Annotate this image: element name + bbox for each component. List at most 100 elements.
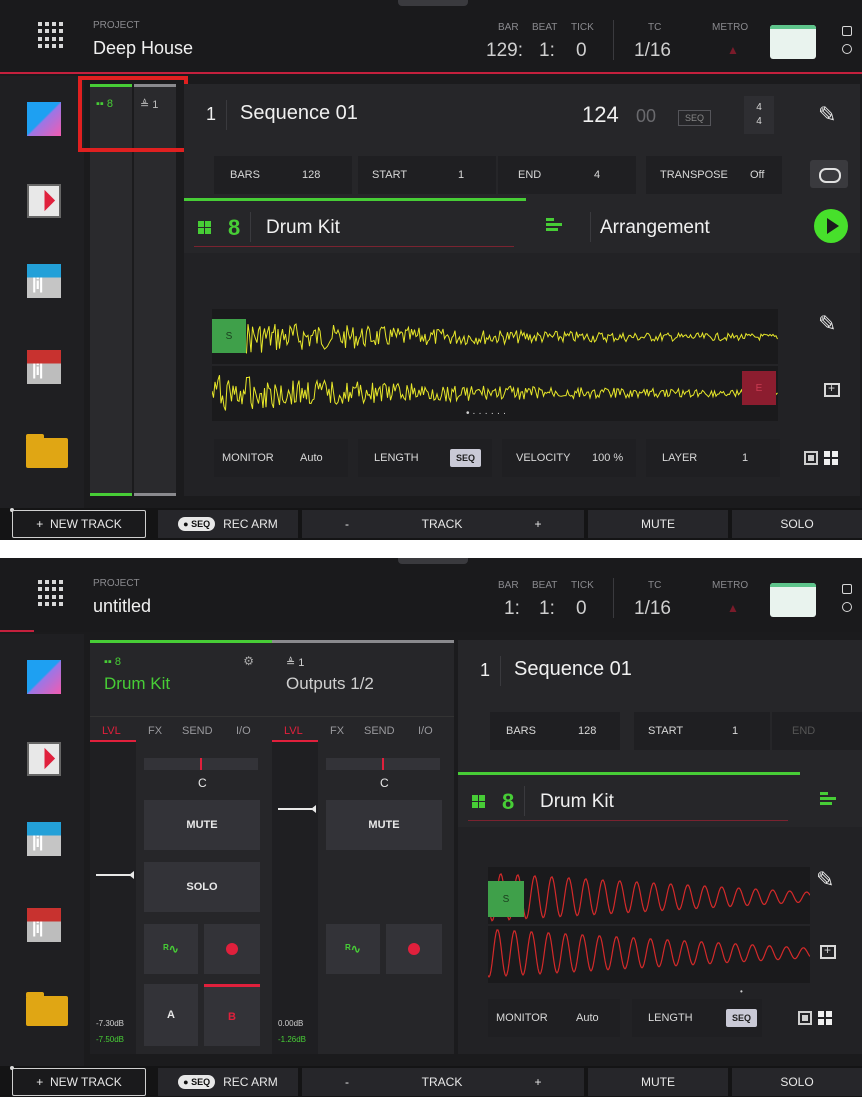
channel-mixer-icon[interactable] [27,264,61,298]
tab-fx[interactable]: FX [330,725,344,737]
channel-record-button[interactable] [204,924,260,974]
waveform-display[interactable]: S [487,867,811,983]
end-field[interactable]: END 4 [498,156,636,194]
rec-arm-button[interactable]: SEQ REC ARM [158,510,298,538]
navigate-icon[interactable] [27,742,61,776]
main-mode-icon[interactable] [27,102,61,136]
mute-button[interactable]: MUTE [588,510,728,538]
length-field[interactable]: LENGTH SEQ [358,439,492,477]
start-marker[interactable]: S [488,881,524,917]
pad-mixer-icon[interactable] [27,350,61,384]
fader-handle[interactable] [278,805,316,813]
sequence-name[interactable]: Sequence 01 [240,102,358,125]
tab-send[interactable]: SEND [182,725,213,737]
monitor-field[interactable]: MONITOR Auto [488,999,620,1037]
bar-value[interactable]: 129: [486,40,523,62]
length-field[interactable]: LENGTH SEQ [632,999,762,1037]
solo-button[interactable]: SOLO [732,1068,862,1096]
track-minus-button[interactable]: - [302,1068,392,1096]
tick-value[interactable]: 0 [576,598,587,620]
play-button[interactable] [814,209,848,243]
volume-fader[interactable]: -7.30dB -7.50dB [90,742,136,1054]
start-field[interactable]: START 1 [634,712,770,750]
tab-io[interactable]: I/O [236,725,251,737]
record-mode-icon[interactable] [842,602,852,612]
single-view-icon[interactable] [798,1011,812,1025]
automation-button[interactable] [770,583,816,617]
pan-slider[interactable] [144,758,258,770]
arrangement-header[interactable]: Arrangement [526,198,860,253]
beat-value[interactable]: 1: [539,40,555,62]
bar-value[interactable]: 1: [504,598,520,620]
transpose-field[interactable]: TRANSPOSE Off [646,156,782,194]
automation-route-button[interactable]: ᴿ∿ [326,924,380,974]
channel-name[interactable]: Drum Kit [104,674,170,694]
edit-pencil-icon[interactable]: ✎ [818,102,836,128]
single-view-icon[interactable] [804,451,818,465]
beat-value[interactable]: 1: [539,598,555,620]
tab-send[interactable]: SEND [364,725,395,737]
metronome-icon[interactable]: ▲ [727,44,739,56]
mute-button[interactable]: MUTE [588,1068,728,1096]
record-mode-icon[interactable] [842,44,852,54]
end-marker[interactable]: E [742,371,776,405]
assign-b-button[interactable]: B [204,984,260,1046]
grid-view-icon[interactable] [818,1011,832,1025]
channel-solo-button[interactable]: SOLO [144,862,260,912]
end-field[interactable]: END [772,712,862,750]
fader-handle[interactable] [96,871,134,879]
arrangement-header[interactable] [800,772,862,827]
solo-button[interactable]: SOLO [732,510,862,538]
channel-mute-button[interactable]: MUTE [326,800,442,850]
tc-value[interactable]: 1/16 [634,598,671,620]
new-track-button[interactable]: + NEW TRACK [12,510,146,538]
pad-mixer-icon[interactable] [27,908,61,942]
tab-lvl[interactable]: LVL [284,725,303,737]
browser-folder-icon[interactable] [26,992,68,1026]
browser-folder-icon[interactable] [26,434,68,468]
tab-fx[interactable]: FX [148,725,162,737]
waveform-display[interactable]: S E [211,309,778,421]
tempo-source-badge[interactable]: SEQ [678,110,712,126]
tc-value[interactable]: 1/16 [634,40,671,62]
velocity-field[interactable]: VELOCITY 100 % [502,439,636,477]
time-signature[interactable]: 44 [744,96,774,134]
channel-name[interactable]: Outputs 1/2 [286,674,374,694]
project-name[interactable]: untitled [93,596,151,617]
sequence-name[interactable]: Sequence 01 [514,658,632,681]
start-field[interactable]: START 1 [358,156,496,194]
copy-add-icon[interactable] [824,381,840,397]
gear-icon[interactable]: ⚙ [243,654,254,668]
automation-button[interactable] [770,25,816,59]
copy-add-icon[interactable] [820,943,836,959]
grid-view-icon[interactable] [824,451,838,465]
track-header[interactable]: 8 Drum Kit [458,772,800,827]
track-plus-button[interactable]: + [492,1068,584,1096]
assign-a-button[interactable]: A [144,984,198,1046]
navigate-icon[interactable] [27,184,61,218]
window-icon[interactable] [842,584,852,594]
bars-field[interactable]: BARS 128 [490,712,620,750]
rec-arm-button[interactable]: SEQ REC ARM [158,1068,298,1096]
track-minus-button[interactable]: - [302,510,392,538]
main-mode-icon[interactable] [27,660,61,694]
track-plus-button[interactable]: + [492,510,584,538]
monitor-field[interactable]: MONITOR Auto [214,439,348,477]
tab-lvl[interactable]: LVL [102,725,121,737]
menu-grid-icon[interactable] [38,580,64,606]
automation-route-button[interactable]: ᴿ∿ [144,924,198,974]
tab-io[interactable]: I/O [418,725,433,737]
new-track-button[interactable]: + NEW TRACK [12,1068,146,1096]
bpm-fraction[interactable]: 00 [636,106,656,127]
project-name[interactable]: Deep House [93,38,193,59]
track-header[interactable]: 8 Drum Kit [184,198,526,253]
channel-mute-button[interactable]: MUTE [144,800,260,850]
metronome-icon[interactable]: ▲ [727,602,739,614]
pan-slider[interactable] [326,758,440,770]
draw-pencil-icon[interactable]: ✎ [816,867,834,893]
window-icon[interactable] [842,26,852,36]
tick-value[interactable]: 0 [576,40,587,62]
volume-fader[interactable]: 0.00dB -1.26dB [272,742,318,1054]
loop-toggle-button[interactable] [810,160,848,188]
channel-mixer-icon[interactable] [27,822,61,856]
